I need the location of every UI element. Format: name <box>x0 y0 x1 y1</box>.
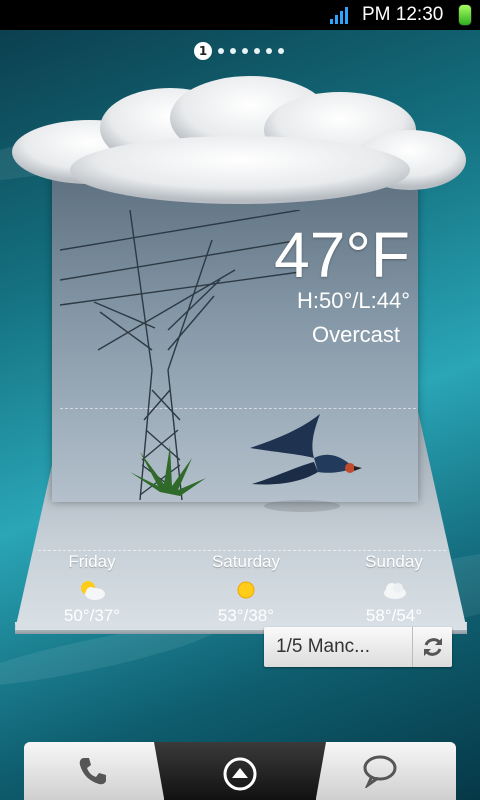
forecast-temps: 58°/54° <box>365 606 423 625</box>
page-indicator-current: 1 <box>194 42 212 60</box>
messages-button[interactable] <box>316 742 456 800</box>
forecast-day: Saturday 53°/38° <box>186 552 306 626</box>
partly-sunny-icon <box>81 581 105 600</box>
swallow-bird-illustration <box>250 414 362 512</box>
messages-icon <box>363 755 397 788</box>
current-temperature: 47°F <box>274 219 410 291</box>
location-label[interactable]: 1/5 Manc... <box>276 636 370 658</box>
high-low-temperature: H:50°/L:44° <box>297 288 410 313</box>
page-dot <box>230 48 236 54</box>
forecast-day-name: Saturday <box>211 552 281 571</box>
fold-line <box>38 550 446 551</box>
location-bar[interactable]: 1/5 Manc... <box>264 627 452 667</box>
page-dot <box>254 48 260 54</box>
forecast-day-name: Friday <box>68 552 116 571</box>
app-drawer-icon <box>223 757 257 791</box>
page-dot <box>278 48 284 54</box>
forecast-temps: 50°/37° <box>63 606 121 625</box>
status-bar: PM 12:30 <box>0 0 480 30</box>
forecast-day: Sunday 58°/54° <box>334 552 454 626</box>
cloudy-icon <box>384 583 406 599</box>
page-dot <box>266 48 272 54</box>
weather-widget[interactable]: 47°F H:50°/L:44° Overcast Friday 50°/37°… <box>0 70 480 670</box>
phone-icon <box>79 758 106 785</box>
page-dot <box>242 48 248 54</box>
sunny-icon <box>237 581 255 599</box>
refresh-button[interactable] <box>412 627 453 667</box>
forecast-day-name: Sunday <box>365 552 423 571</box>
phone-button[interactable] <box>24 742 164 800</box>
cloud-illustration <box>12 76 466 204</box>
app-drawer-button[interactable] <box>154 742 326 800</box>
signal-icon <box>330 6 352 24</box>
weather-condition: Overcast <box>311 322 400 347</box>
page-dot <box>218 48 224 54</box>
battery-icon <box>458 4 472 26</box>
forecast-temps: 53°/38° <box>217 606 275 625</box>
forecast-day: Friday 50°/37° <box>32 552 152 626</box>
dock-bar <box>24 742 456 800</box>
refresh-icon <box>424 638 442 656</box>
clock: PM 12:30 <box>362 4 444 25</box>
